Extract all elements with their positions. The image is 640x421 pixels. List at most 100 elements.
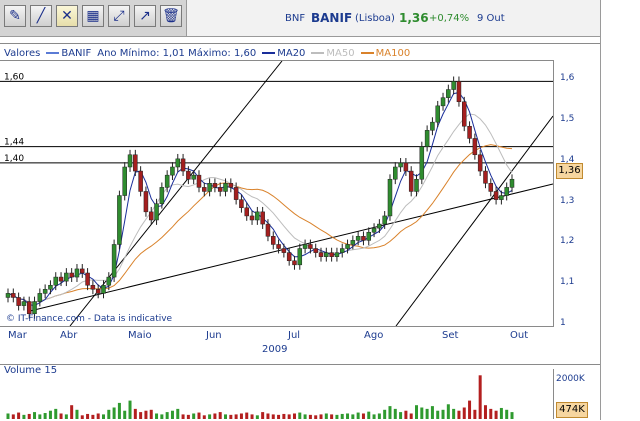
candle-body [58, 276, 64, 282]
candle-body [446, 89, 451, 98]
crosshair-tool-button[interactable]: ✕ [56, 5, 78, 27]
volume-bar [123, 410, 127, 419]
candle-body [239, 199, 244, 209]
time-axis-month: Jul [288, 330, 301, 341]
candle-body [170, 166, 175, 176]
candle-body [90, 284, 96, 290]
volume-bar [372, 414, 376, 419]
candle-body [175, 158, 181, 168]
price-plot[interactable]: 1,60 1,44 1,40 © IT-Finance.com - Data is i… [0, 60, 554, 327]
volume-bar [483, 405, 487, 419]
volume-bar [393, 408, 397, 419]
window-edge [600, 0, 640, 420]
volume-bar [59, 413, 63, 419]
volume-bar [11, 414, 15, 419]
volume-bar [165, 412, 169, 419]
time-axis-month: Out [510, 330, 529, 341]
volume-bar [107, 409, 111, 419]
volume-bar [181, 414, 185, 419]
trend-tool-button[interactable]: ⤢ [108, 5, 130, 27]
ticker-change: +0,74% [429, 13, 470, 24]
volume-bar [510, 412, 514, 419]
level-label: 1,60 [4, 72, 24, 82]
legend-ma100: MA100 [360, 48, 410, 59]
candle-body [48, 284, 53, 290]
volume-bar [303, 414, 307, 419]
volume-bar [282, 413, 286, 419]
volume-bar [80, 415, 84, 419]
ticker-symbol: BNF [285, 13, 306, 24]
candle-body [419, 146, 425, 180]
volume-bar [287, 414, 291, 419]
candle-body [37, 293, 43, 302]
candle-body [42, 289, 48, 294]
candle-body [504, 187, 509, 196]
volume-bar [335, 414, 339, 419]
zoom-tool-button[interactable]: ↗ [134, 5, 156, 27]
volume-bar [308, 414, 312, 419]
candle-body [255, 211, 260, 221]
time-axis-month: Set [442, 330, 459, 341]
delete-tool-button[interactable]: 🗑 [160, 5, 182, 27]
candle-body [95, 289, 101, 294]
candle-body [371, 227, 377, 233]
trash-icon: 🗑 [162, 8, 180, 24]
volume-bar [494, 410, 498, 419]
volume-bar [361, 413, 365, 419]
ma20-line [7, 92, 513, 307]
line-tool-button[interactable]: ╱ [30, 5, 52, 27]
diagonal-arrow-icon: ↗ [139, 8, 151, 24]
volume-bar [155, 413, 159, 419]
volume-bar [224, 414, 228, 419]
candle-body [127, 154, 133, 168]
price-axis-tick: 1 [560, 318, 566, 328]
time-axis-year: 2009 [262, 344, 288, 355]
candle-body [196, 174, 202, 188]
level-label: 1,40 [4, 154, 24, 164]
volume-bar [457, 410, 461, 419]
volume-bar [192, 413, 196, 419]
ticker-date: 9 Out [477, 13, 505, 24]
price-panel: Valores BANIF Ano Mínimo: 1,01 Máximo: 1… [0, 43, 600, 354]
volume-bar [186, 414, 190, 419]
pencil-icon: ✎ [9, 8, 21, 24]
volume-bar [75, 409, 79, 419]
volume-bar [446, 404, 450, 419]
volume-bar [176, 408, 180, 419]
candle-body [366, 231, 372, 241]
time-axis-month: Abr [60, 330, 78, 341]
legend-range: Ano Mínimo: 1,01 Máximo: 1,60 [97, 47, 257, 59]
indicators-tool-button[interactable]: ▦ [82, 5, 104, 27]
candle-body [313, 248, 318, 253]
candle-body [148, 211, 154, 221]
candle-body [138, 170, 143, 192]
volume-bar [22, 414, 26, 419]
candle-body [122, 166, 127, 196]
time-axis-month: Mar [8, 330, 27, 341]
time-axis-month: Jun [206, 330, 222, 341]
candle-body [318, 252, 324, 257]
volume-bar [229, 414, 233, 419]
candle-body [11, 293, 16, 298]
candle-body [32, 301, 37, 315]
candle-body [334, 252, 340, 257]
volume-bar [128, 400, 132, 419]
candle-body [117, 195, 122, 245]
volume-bar [330, 414, 334, 419]
candle-body [281, 248, 287, 253]
draw-tool-button[interactable]: ✎ [4, 5, 26, 27]
candle-body [472, 138, 478, 156]
volume-bar [441, 409, 445, 419]
volume-bar [430, 406, 434, 419]
price-axis-tick: 1,4 [560, 154, 575, 165]
volume-bar [388, 406, 392, 419]
volume-bar [261, 412, 265, 419]
time-axis-month: Ago [364, 330, 384, 341]
candle-body [302, 244, 308, 249]
time-axis-month: Maio [128, 330, 152, 341]
candle-body [106, 276, 112, 286]
candle-body [456, 81, 462, 103]
volume-bar [239, 413, 243, 419]
volume-bar [505, 409, 509, 419]
volume-bar [149, 409, 153, 419]
